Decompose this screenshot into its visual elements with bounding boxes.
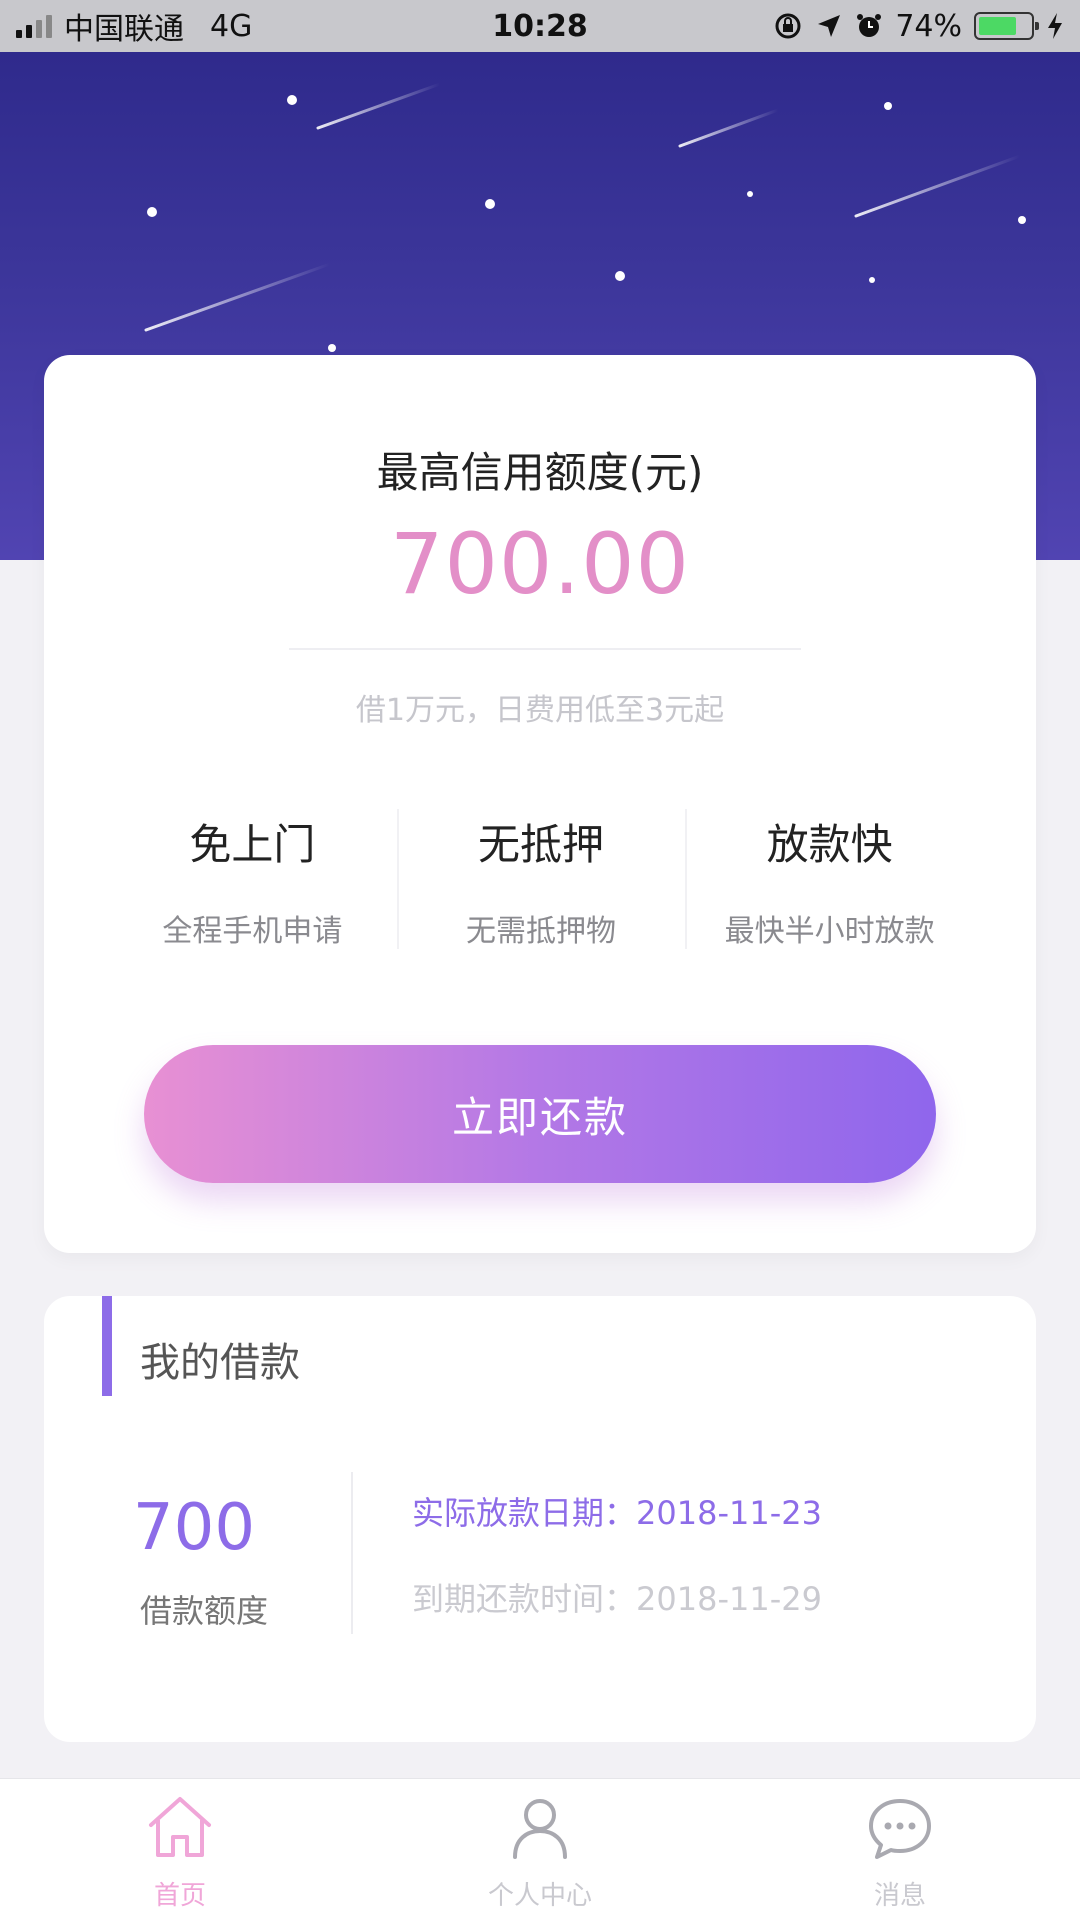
loan-amount: 700 [132, 1491, 256, 1565]
feature-desc: 无需抵押物 [466, 914, 616, 949]
status-bar: 中国联通 4G 10:28 74% [0, 0, 1080, 52]
release-date: 实际放款日期：2018-11-23 [412, 1494, 822, 1532]
my-loan-card: 我的借款 700 借款额度 实际放款日期：2018-11-23 到期还款时间：2… [44, 1296, 1036, 1742]
location-icon [818, 15, 841, 37]
status-right: 74% [773, 9, 1064, 44]
battery-icon [974, 12, 1039, 40]
feature-item: 放款快 最快半小时放款 [685, 801, 974, 951]
tab-home[interactable]: 首页 [0, 1779, 360, 1920]
user-icon [513, 1799, 567, 1859]
feature-desc: 全程手机申请 [162, 914, 343, 949]
feature-list: 免上门 全程手机申请 无抵押 无需抵押物 放款快 最快半小时放款 [108, 801, 974, 951]
message-icon [869, 1799, 931, 1859]
my-loan-title: 我的借款 [140, 1340, 300, 1386]
home-icon [149, 1797, 211, 1857]
bottom-tab-bar: 首页 个人中心 消息 [0, 1778, 1080, 1920]
credit-card: 最高信用额度(元) 700.00 借1万元，日费用低至3元起 免上门 全程手机申… [44, 355, 1036, 1253]
loan-amount-label: 借款额度 [139, 1592, 268, 1630]
signal-icon [16, 14, 52, 38]
due-date: 到期还款时间：2018-11-29 [412, 1580, 822, 1618]
feature-title: 放款快 [766, 820, 893, 869]
battery-fill [979, 17, 1016, 35]
divider [289, 648, 801, 650]
tab-label: 消息 [873, 1881, 926, 1911]
battery-percent: 74% [895, 8, 962, 44]
credit-limit-amount: 700.00 [390, 515, 690, 613]
rotation-lock-icon [775, 13, 801, 39]
feature-item: 无抵押 无需抵押物 [396, 801, 686, 951]
credit-limit-title: 最高信用额度(元) [376, 448, 704, 497]
feature-item: 免上门 全程手机申请 [108, 801, 397, 951]
repay-now-button[interactable]: 立即还款 [144, 1045, 936, 1183]
tab-profile[interactable]: 个人中心 [360, 1779, 720, 1920]
loan-divider [351, 1472, 353, 1634]
tab-label: 个人中心 [487, 1881, 592, 1911]
feature-title: 无抵押 [478, 820, 605, 869]
credit-note: 借1万元，日费用低至3元起 [355, 693, 725, 728]
status-left: 中国联通 4G [16, 4, 252, 48]
section-accent-bar [102, 1296, 112, 1396]
feature-desc: 最快半小时放款 [724, 914, 935, 949]
feature-title: 免上门 [189, 820, 316, 869]
tab-label: 首页 [153, 1881, 206, 1911]
tab-messages[interactable]: 消息 [720, 1779, 1080, 1920]
network-label: 4G [210, 8, 253, 44]
carrier-label: 中国联通 [64, 12, 184, 47]
alarm-icon [857, 14, 882, 37]
charging-icon [1048, 13, 1062, 39]
